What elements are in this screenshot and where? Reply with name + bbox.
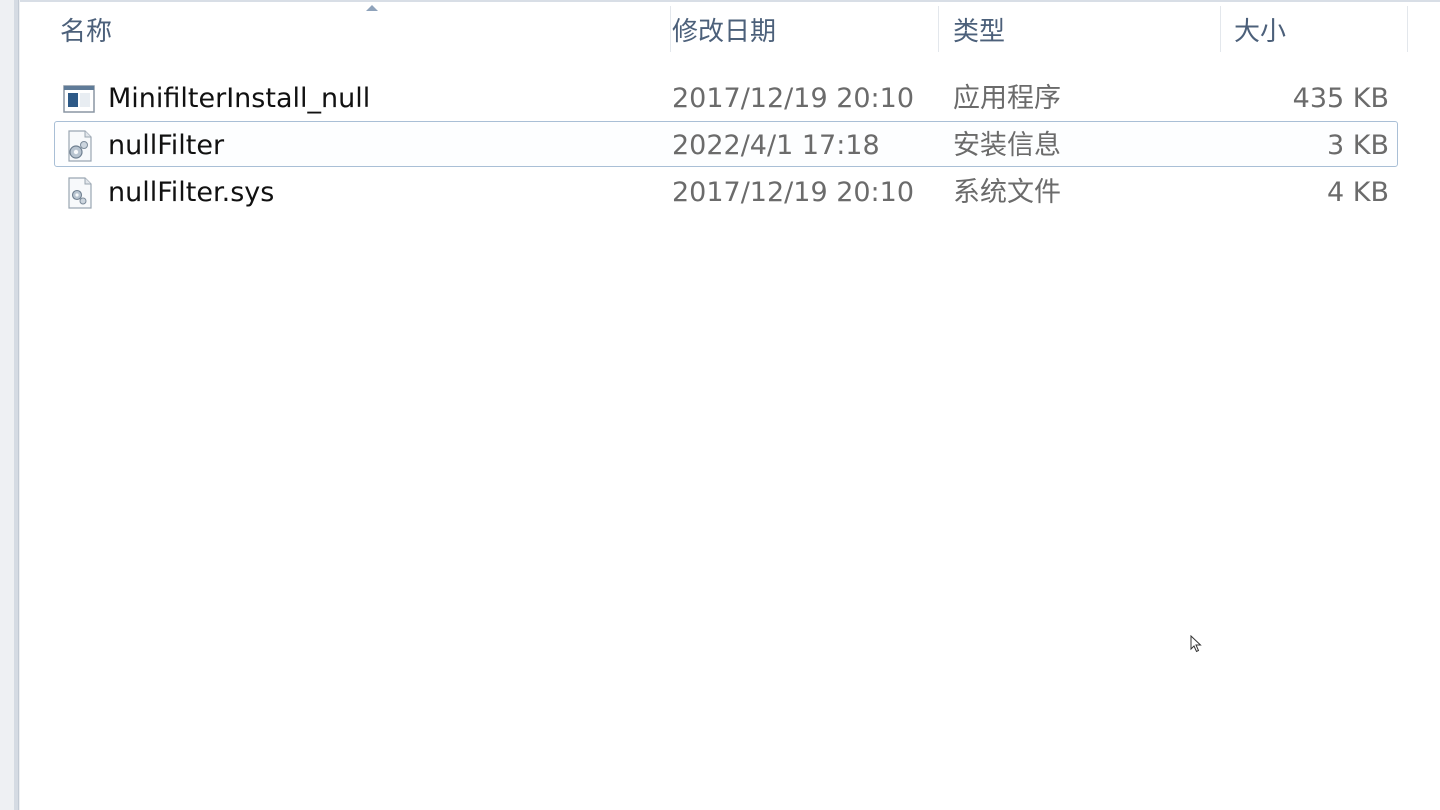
file-modified: 2017/12/19 20:10 [672,83,915,114]
file-type: 系统文件 [953,177,1061,208]
file-row-nullfilter-inf[interactable]: nullFilter 2022/4/1 17:18 安装信息 3 KB [54,121,1398,167]
file-row-nullfilter-sys[interactable]: nullFilter.sys 2017/12/19 20:10 系统文件 4 K… [54,168,1398,214]
mouse-pointer-icon [1190,635,1202,653]
file-list: MinifilterInstall_null 2017/12/19 20:10 … [0,0,1440,810]
file-size: 435 KB [1292,83,1389,114]
file-row-minifilterinstall[interactable]: MinifilterInstall_null 2017/12/19 20:10 … [54,74,1398,120]
file-type: 应用程序 [953,83,1061,114]
file-explorer-window: 名称 修改日期 类型 大小 MinifilterInstall_null 201… [0,0,1440,810]
application-icon [63,85,95,113]
file-name: nullFilter [108,130,225,161]
file-size: 3 KB [1327,130,1389,161]
file-size: 4 KB [1327,177,1389,208]
setup-information-icon [68,130,92,162]
file-modified: 2022/4/1 17:18 [672,130,880,161]
system-file-icon [68,177,92,209]
file-type: 安装信息 [953,130,1061,161]
file-modified: 2017/12/19 20:10 [672,177,915,208]
file-name: nullFilter.sys [108,177,275,208]
file-name: MinifilterInstall_null [108,83,371,114]
